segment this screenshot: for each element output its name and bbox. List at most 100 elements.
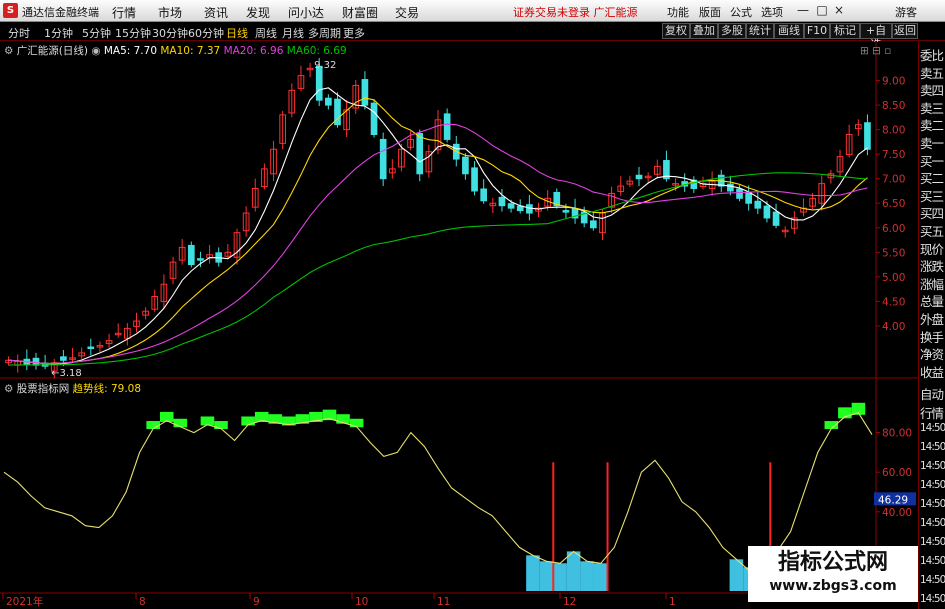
side-lower-label-11[interactable]: 14:50	[920, 593, 945, 605]
side-lower-label-4[interactable]: 14:50	[920, 460, 945, 472]
login-notice[interactable]: 证券交易未登录 广汇能源	[513, 4, 638, 20]
candle-body	[462, 156, 469, 175]
back-button[interactable]: 返回	[892, 23, 918, 39]
menu-market-quotes[interactable]: 行情	[112, 4, 136, 21]
side-lower-label-2[interactable]: 14:50	[920, 422, 945, 434]
multi-stock-button[interactable]: 多股	[718, 23, 746, 39]
period-30min[interactable]: 30分钟	[152, 25, 188, 41]
period-more[interactable]: 更多	[343, 25, 365, 41]
menu-trade[interactable]: 交易	[395, 4, 419, 21]
draw-line-button[interactable]: 画线	[774, 23, 804, 39]
side-lower-label-7[interactable]: 14:50	[920, 517, 945, 529]
side-label-1[interactable]: 卖五	[920, 63, 945, 82]
side-label-11[interactable]: 现价	[920, 239, 945, 258]
side-lower-label-1[interactable]: 行情	[920, 403, 945, 422]
side-label-18[interactable]: 收益	[920, 362, 945, 381]
side-lower-label-10[interactable]: 14:50	[920, 574, 945, 586]
candle-body	[562, 210, 570, 213]
side-label-6[interactable]: 买一	[920, 151, 945, 170]
price-tick-label: 8.50	[882, 100, 905, 112]
side-label-14[interactable]: 总量	[920, 291, 945, 310]
period-60min[interactable]: 60分钟	[188, 25, 224, 41]
candle-body	[507, 203, 515, 209]
side-lower-label-9[interactable]: 14:50	[920, 555, 945, 567]
low-zone-bar	[566, 551, 581, 591]
side-lower-label-0[interactable]: 自动	[920, 384, 945, 403]
x-tick-label: 9	[253, 596, 260, 608]
app-logo: S	[3, 3, 18, 18]
side-label-10[interactable]: 买五	[920, 221, 945, 240]
period-15min[interactable]: 15分钟	[115, 25, 151, 41]
period-monthly[interactable]: 月线	[282, 25, 304, 41]
side-label-7[interactable]: 买二	[920, 168, 945, 187]
menu-wealth-circle[interactable]: 财富圈	[342, 4, 378, 21]
low-zone-bar	[593, 563, 608, 591]
menu-discover[interactable]: 发现	[246, 4, 270, 21]
settings-icon[interactable]: ⚙	[4, 45, 13, 57]
menu-function[interactable]: 功能	[667, 4, 689, 20]
menu-bar: S 通达信金融终端 行情 市场 资讯 发现 问小达 财富圈 交易 证券交易未登录…	[0, 0, 945, 22]
menu-ask-xiaoda[interactable]: 问小达	[288, 4, 324, 21]
period-daily[interactable]: 日线	[226, 25, 248, 41]
price-tick-label: 6.50	[882, 198, 905, 210]
side-label-5[interactable]: 卖一	[920, 133, 945, 152]
period-1min[interactable]: 1分钟	[44, 25, 73, 41]
f10-button[interactable]: F10	[804, 23, 830, 39]
x-tick-label: 8	[139, 596, 146, 608]
price-tick-label: 7.00	[882, 174, 905, 186]
close-button[interactable]: ×	[830, 2, 848, 18]
chart-control-icons[interactable]: ⊞ ⊟ ▫	[860, 45, 891, 57]
menu-market[interactable]: 市场	[158, 4, 182, 21]
period-5min[interactable]: 5分钟	[82, 25, 111, 41]
side-label-12[interactable]: 涨跌	[920, 256, 945, 275]
side-label-9[interactable]: 买四	[920, 203, 945, 222]
candle-body	[516, 205, 524, 212]
indicator-legend: ⚙ 股票指标网 趋势线: 79.08	[4, 381, 141, 396]
maximize-button[interactable]: □	[813, 2, 831, 18]
high-zone-bar	[146, 421, 160, 430]
statistics-button[interactable]: 统计	[746, 23, 774, 39]
side-lower-label-5[interactable]: 14:50	[920, 479, 945, 491]
side-lower-label-3[interactable]: 14:50	[920, 441, 945, 453]
price-tick-label: 9.00	[882, 76, 905, 88]
price-high-label: 9.32	[314, 60, 336, 71]
candle-body	[87, 346, 95, 350]
side-label-3[interactable]: 卖三	[920, 98, 945, 117]
x-tick-label: 12	[563, 596, 576, 608]
candle-body	[416, 133, 424, 175]
adjust-button[interactable]: 复权	[662, 23, 690, 39]
period-intraday[interactable]: 分时	[8, 25, 30, 41]
side-label-2[interactable]: 卖四	[920, 80, 945, 99]
guest-user[interactable]: 游客	[895, 4, 917, 20]
price-legend: ⚙ 广汇能源(日线) ◉ MA5: 7.70 MA10: 7.37 MA20: …	[4, 43, 347, 58]
candle-body	[361, 79, 369, 106]
x-tick-label: 2021年	[6, 595, 43, 608]
add-watchlist-button[interactable]: +自选	[860, 23, 892, 51]
minimize-button[interactable]: —	[794, 2, 812, 18]
side-label-17[interactable]: 净资	[920, 344, 945, 363]
price-chart[interactable]: 9.00 8.50 8.00 7.50 7.00 6.50 6.00 5.50 5.00 4.50…	[0, 42, 918, 379]
indicator-settings-icon[interactable]: ⚙	[4, 383, 13, 395]
candle-body	[379, 138, 387, 180]
legend-chip-icon[interactable]: ◉	[91, 45, 100, 57]
mark-button[interactable]: 标记	[830, 23, 860, 39]
side-lower-label-6[interactable]: 14:50	[920, 498, 945, 510]
side-label-16[interactable]: 换手	[920, 327, 945, 346]
price-tick-label: 4.50	[882, 296, 905, 308]
menu-news[interactable]: 资讯	[204, 4, 228, 21]
side-label-4[interactable]: 卖二	[920, 115, 945, 134]
overlay-button[interactable]: 叠加	[690, 23, 718, 39]
candle-body	[197, 258, 204, 261]
menu-formula[interactable]: 公式	[730, 4, 752, 20]
menu-layout[interactable]: 版面	[699, 4, 721, 20]
period-weekly[interactable]: 周线	[255, 25, 277, 41]
side-label-8[interactable]: 买三	[920, 186, 945, 205]
menu-options[interactable]: 选项	[761, 4, 783, 20]
indicator-current-label: 46.29	[878, 494, 908, 506]
side-lower-label-8[interactable]: 14:50	[920, 536, 945, 548]
side-label-15[interactable]: 外盘	[920, 309, 945, 328]
candle-body	[480, 188, 488, 202]
period-multi[interactable]: 多周期	[308, 25, 341, 41]
side-label-0[interactable]: 委比	[920, 45, 945, 64]
side-label-13[interactable]: 涨幅	[920, 274, 945, 293]
